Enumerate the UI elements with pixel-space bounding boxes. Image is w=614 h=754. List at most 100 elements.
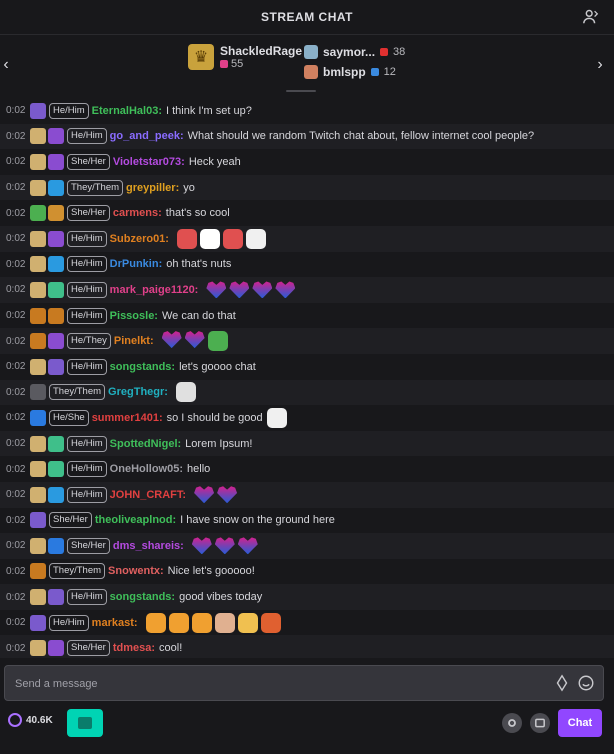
message-username[interactable]: songstands: xyxy=(110,591,175,603)
message-username[interactable]: Snowentx: xyxy=(108,565,164,577)
badge-icon[interactable] xyxy=(30,409,46,426)
heart-emote-icon[interactable] xyxy=(194,486,215,504)
chat-input-box[interactable] xyxy=(4,665,604,701)
chat-message[interactable]: 0:02 She/Her tdmesa: cool! xyxy=(0,635,614,658)
heart-emote-icon[interactable] xyxy=(252,281,273,299)
emote-icon[interactable] xyxy=(214,612,235,633)
chat-message[interactable]: 0:02 He/Him JOHN_CRAFT: xyxy=(0,481,614,508)
badge-icon[interactable] xyxy=(48,153,64,170)
badge-icon[interactable] xyxy=(30,307,46,324)
emote-icon[interactable] xyxy=(260,612,281,633)
emote-icon[interactable] xyxy=(222,228,243,249)
chat-input[interactable] xyxy=(13,674,537,694)
chat-message[interactable]: 0:02 He/Him Pissosle: We can do that xyxy=(0,303,614,329)
emote-icon[interactable] xyxy=(245,228,266,249)
badge-icon[interactable] xyxy=(30,512,46,529)
message-username[interactable]: EternalHal03: xyxy=(92,105,162,117)
message-username[interactable]: Violetstar073: xyxy=(113,156,185,168)
badge-icon[interactable] xyxy=(48,333,64,350)
emote-icon[interactable] xyxy=(168,612,189,633)
badge-icon[interactable] xyxy=(30,537,46,554)
badge-icon[interactable] xyxy=(48,256,64,273)
chat-message[interactable]: 0:02 He/Him markast: xyxy=(0,610,614,636)
emote-icon[interactable] xyxy=(191,612,212,633)
message-username[interactable]: markast: xyxy=(92,617,138,629)
badge-icon[interactable] xyxy=(30,589,46,606)
chat-message[interactable]: 0:02 He/They Pinelkt: xyxy=(0,328,614,354)
badge-icon[interactable] xyxy=(30,461,46,478)
chat-message[interactable]: 0:02 He/Him songstands: let's goooo chat xyxy=(0,354,614,380)
badge-icon[interactable] xyxy=(30,563,46,580)
badge-icon[interactable] xyxy=(30,640,46,657)
chevron-left-icon[interactable]: ‹ xyxy=(0,57,12,73)
message-username[interactable]: go_and_peek: xyxy=(110,130,184,142)
badge-icon[interactable] xyxy=(30,102,46,119)
message-username[interactable]: Pissosle: xyxy=(110,310,158,322)
badge-icon[interactable] xyxy=(30,205,46,222)
message-username[interactable]: DrPunkin: xyxy=(110,258,163,270)
channel-points[interactable]: 40.6K xyxy=(8,713,53,727)
chat-message[interactable]: 0:02 She/Her theoliveaplnod: I have snow on… xyxy=(0,508,614,534)
chat-message[interactable]: 0:02 They/Them GregThegr: xyxy=(0,379,614,406)
emote-icon[interactable] xyxy=(175,382,196,403)
emote-icon[interactable] xyxy=(199,228,220,249)
heart-emote-icon[interactable] xyxy=(237,537,258,555)
badge-icon[interactable] xyxy=(48,205,64,222)
users-icon[interactable] xyxy=(582,8,600,26)
claim-bonus-button[interactable] xyxy=(67,709,103,737)
badge-icon[interactable] xyxy=(30,486,46,503)
badge-icon[interactable] xyxy=(30,614,46,631)
chat-message[interactable]: 0:02 He/Him OneHollow05: hello xyxy=(0,456,614,482)
bits-icon[interactable] xyxy=(553,674,571,692)
message-username[interactable]: mark_paige1120: xyxy=(110,284,199,296)
heart-emote-icon[interactable] xyxy=(191,537,212,555)
badge-icon[interactable] xyxy=(48,461,64,478)
chat-message[interactable]: 0:02 They/Them greypiller: yo xyxy=(0,174,614,201)
chevron-right-icon[interactable]: › xyxy=(594,57,606,73)
heart-emote-icon[interactable] xyxy=(275,281,296,299)
message-username[interactable]: Pinelkt: xyxy=(114,335,154,347)
heart-emote-icon[interactable] xyxy=(217,486,238,504)
message-username[interactable]: JOHN_CRAFT: xyxy=(110,489,186,501)
leaderboard-entry[interactable]: saymor... 38 xyxy=(304,42,405,62)
leaderboard-entry[interactable]: bmlspp 12 xyxy=(304,62,405,82)
chat-message[interactable]: 0:02 She/Her carmens: that's so cool xyxy=(0,200,614,226)
badge-icon[interactable] xyxy=(48,281,64,298)
badge-icon[interactable] xyxy=(48,230,64,247)
heart-emote-icon[interactable] xyxy=(184,331,205,349)
emote-icon[interactable] xyxy=(145,612,166,633)
badge-icon[interactable] xyxy=(30,256,46,273)
message-username[interactable]: carmens: xyxy=(113,207,162,219)
chat-message[interactable]: 0:02 They/Them Snowentx: Nice let's gooooo! xyxy=(0,559,614,585)
leaderboard-first[interactable]: ♛ ShackledRage 55 xyxy=(188,44,302,70)
message-username[interactable]: dms_shareis: xyxy=(113,540,184,552)
badge-icon[interactable] xyxy=(30,179,46,196)
badge-icon[interactable] xyxy=(30,384,46,401)
badge-icon[interactable] xyxy=(48,486,64,503)
message-username[interactable]: theoliveaplnod: xyxy=(95,514,176,526)
emote-icon[interactable] xyxy=(266,407,287,428)
emote-icon[interactable] xyxy=(207,331,228,352)
heart-emote-icon[interactable] xyxy=(214,537,235,555)
message-username[interactable]: SpottedNigel: xyxy=(110,438,182,450)
heart-emote-icon[interactable] xyxy=(206,281,227,299)
heart-emote-icon[interactable] xyxy=(161,331,182,349)
chat-message[interactable]: 0:02 He/Him Subzero01: xyxy=(0,225,614,252)
badge-icon[interactable] xyxy=(30,128,46,145)
chat-message-list[interactable]: 0:02 He/Him EternalHal03: I think I'm set u… xyxy=(0,98,614,658)
message-username[interactable]: greypiller: xyxy=(126,182,179,194)
chat-message[interactable]: 0:02 She/Her dms_shareis: xyxy=(0,533,614,559)
emote-icon[interactable] xyxy=(176,228,197,249)
chat-message[interactable]: 0:02 She/Her Violetstar073: Heck yeah xyxy=(0,149,614,175)
emote-icon[interactable] xyxy=(237,612,258,633)
chat-message[interactable]: 0:02 He/Him DrPunkin: oh that's nuts xyxy=(0,252,614,278)
users-list-icon[interactable] xyxy=(530,713,550,733)
badge-icon[interactable] xyxy=(30,281,46,298)
badge-icon[interactable] xyxy=(48,435,64,452)
settings-icon[interactable] xyxy=(502,713,522,733)
chat-message[interactable]: 0:02 He/Him songstands: good vibes today xyxy=(0,584,614,610)
heart-emote-icon[interactable] xyxy=(229,281,250,299)
badge-icon[interactable] xyxy=(48,537,64,554)
message-username[interactable]: songstands: xyxy=(110,361,175,373)
badge-icon[interactable] xyxy=(30,333,46,350)
